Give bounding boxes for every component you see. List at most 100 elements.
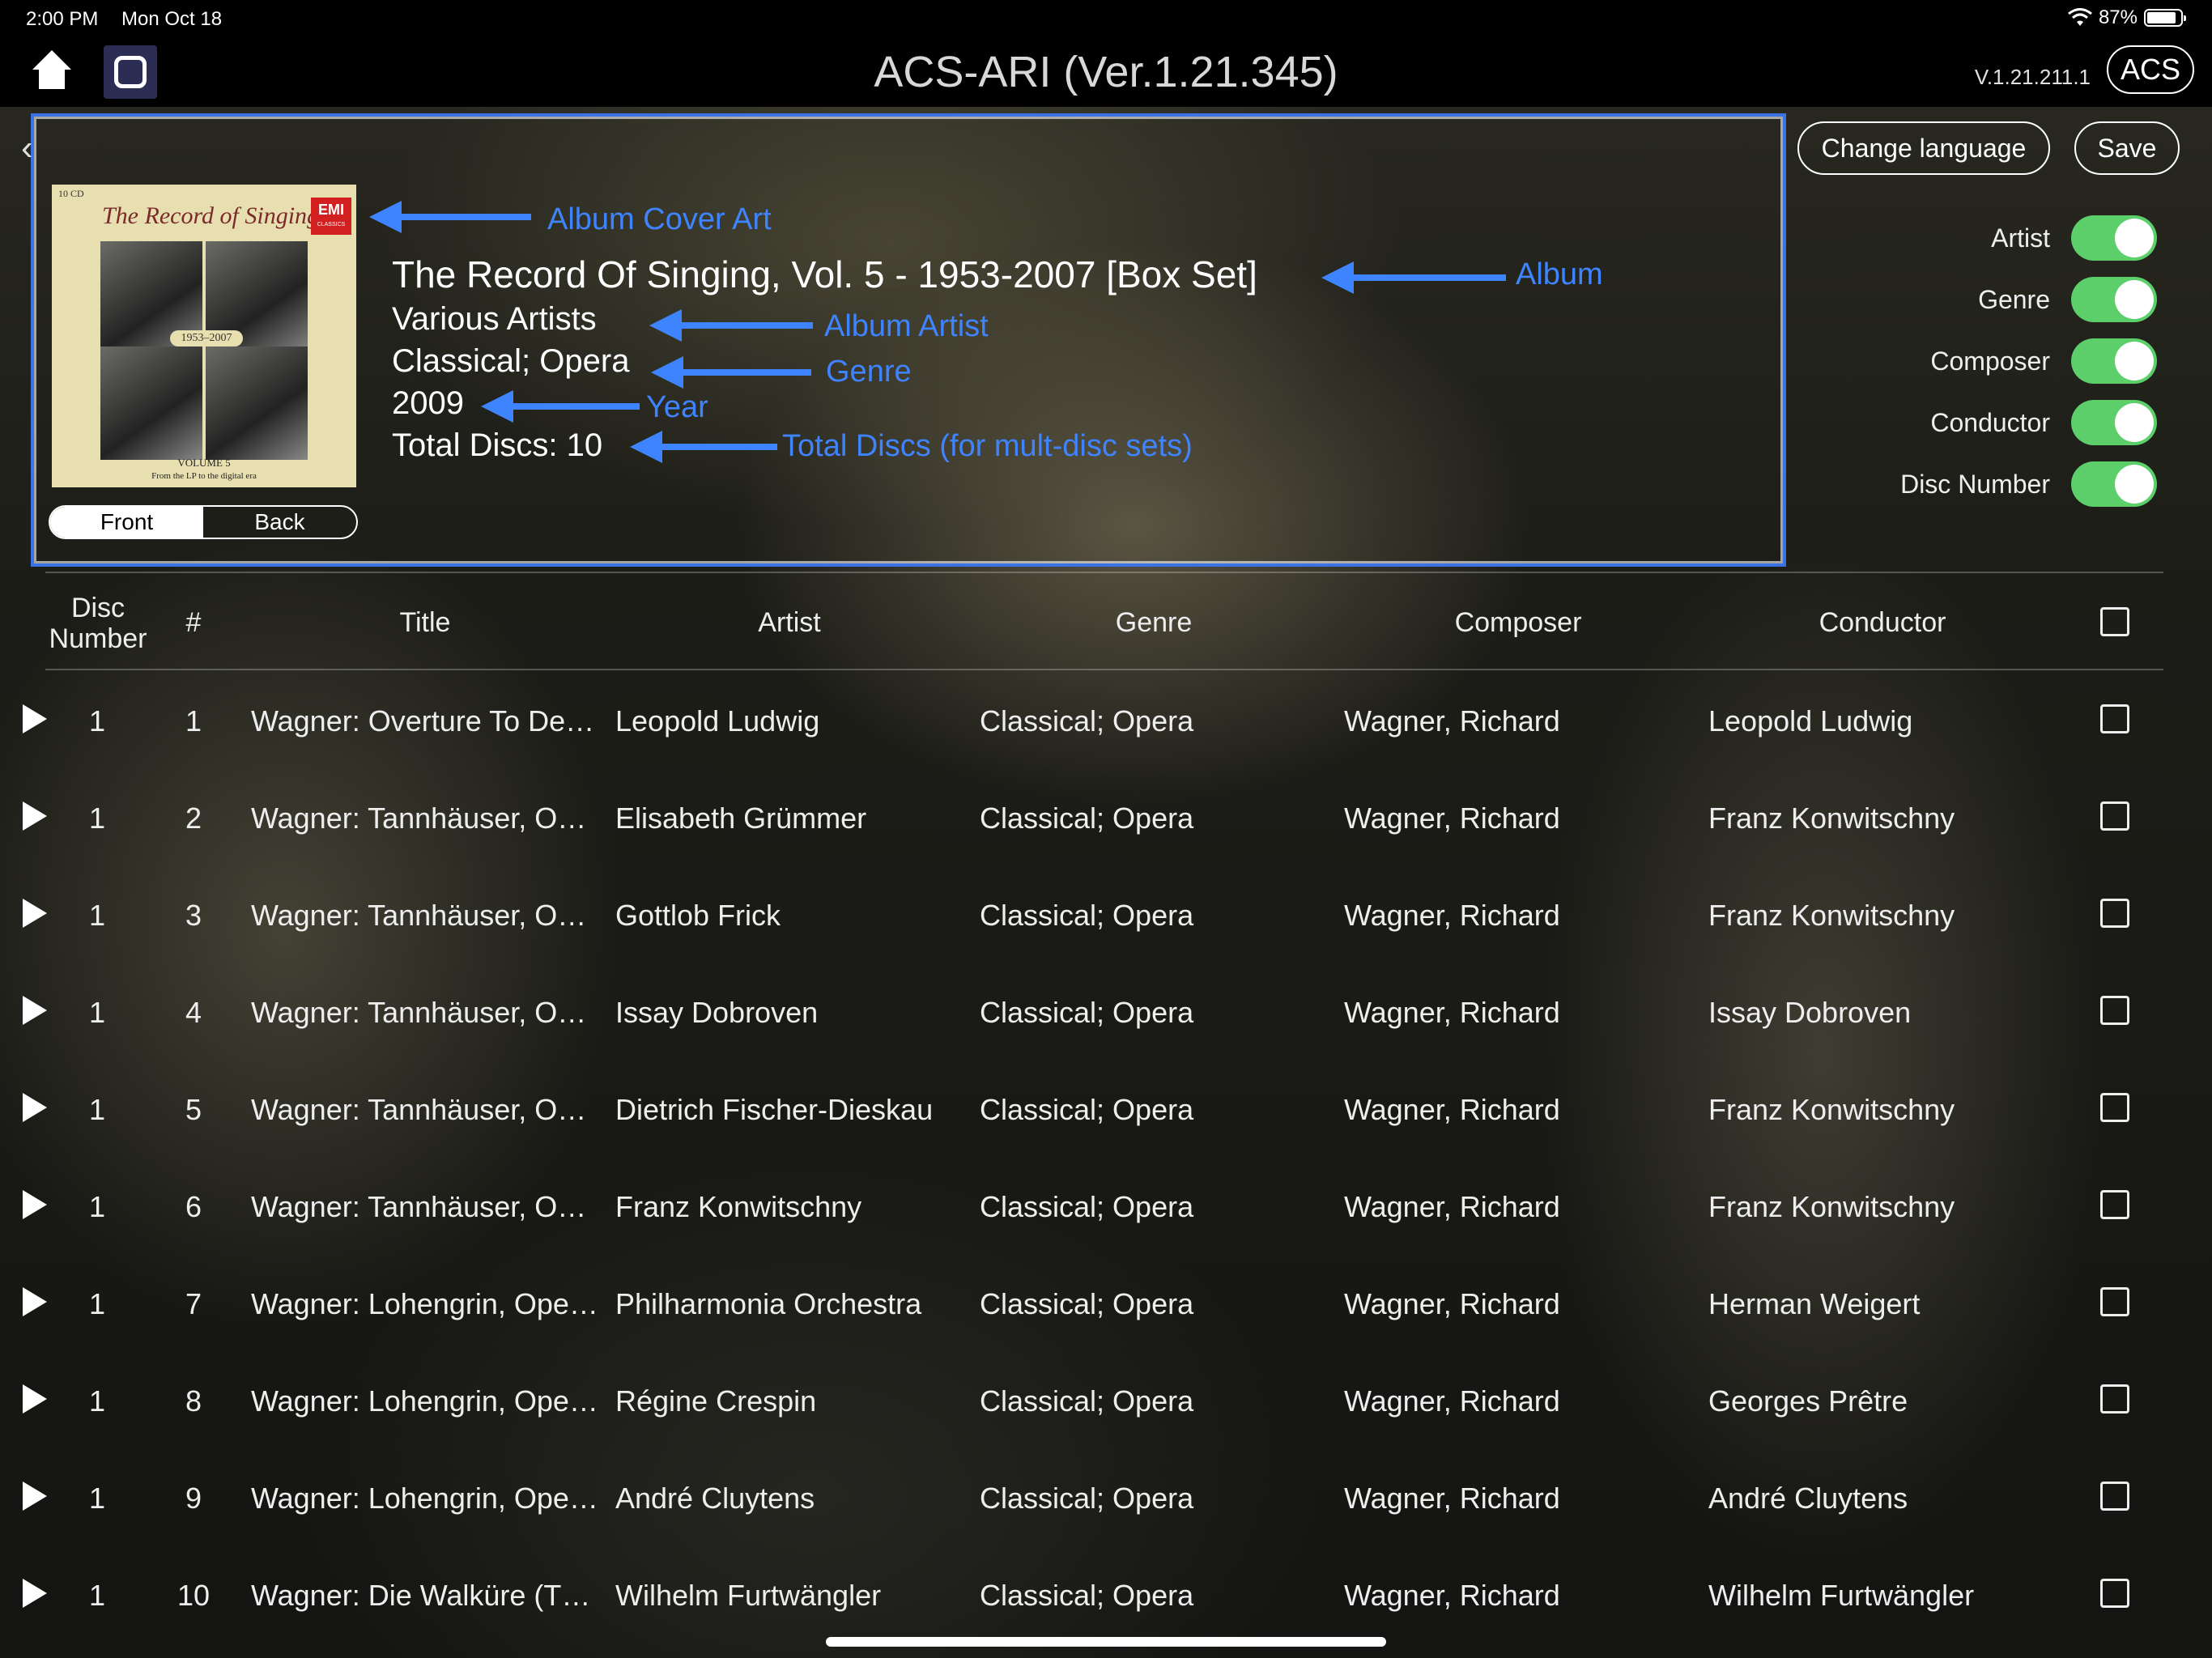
cell-conductor: André Cluytens: [1708, 1482, 1908, 1515]
cell-conductor: Franz Konwitschny: [1708, 1093, 1955, 1126]
column-header-conductor[interactable]: Conductor: [1708, 607, 2057, 639]
cell-artist: Régine Crespin: [615, 1384, 817, 1418]
cell-track-number: 9: [185, 1482, 202, 1515]
acs-button[interactable]: ACS: [2107, 45, 2194, 94]
cell-disc-number: 1: [88, 1482, 106, 1515]
conductor-toggle-switch[interactable]: [2071, 400, 2157, 445]
cover-volume: VOLUME 5: [177, 457, 231, 469]
cell-conductor: Issay Dobroven: [1708, 996, 1912, 1029]
play-icon[interactable]: [23, 1579, 47, 1608]
annotation-album: Album: [1516, 257, 1603, 291]
back-segment[interactable]: Back: [203, 507, 356, 538]
play-icon[interactable]: [23, 1093, 47, 1122]
toggle-row-genre: Genre: [1978, 277, 2157, 322]
table-row[interactable]: 1 2 Wagner: Tannhäuser, O… Elisabeth Grümme…: [0, 767, 2212, 865]
arrow-left-icon: [649, 309, 813, 342]
cell-composer: Wagner, Richard: [1344, 1287, 1560, 1320]
toggle-label: Composer: [1930, 346, 2050, 376]
cell-track-number: 1: [185, 704, 202, 738]
change-language-button[interactable]: Change language: [1797, 121, 2050, 175]
table-row[interactable]: 1 5 Wagner: Tannhäuser, O… Dietrich Fischer…: [0, 1059, 2212, 1156]
cell-artist: Gottlob Frick: [615, 899, 781, 932]
cell-conductor: Wilhelm Furtwängler: [1708, 1579, 1975, 1612]
home-indicator[interactable]: [826, 1637, 1386, 1647]
cell-conductor: Franz Konwitschny: [1708, 899, 1955, 932]
table-row[interactable]: 1 3 Wagner: Tannhäuser, O… Gottlob Frick Cla…: [0, 865, 2212, 962]
cell-genre: Classical; Opera: [980, 801, 1194, 835]
toggle-row-composer: Composer: [1930, 338, 2157, 384]
play-icon[interactable]: [23, 1287, 47, 1316]
table-row[interactable]: 1 10 Wagner: Die Walküre (T… Wilhelm Furtwä…: [0, 1545, 2212, 1642]
cell-artist: Elisabeth Grümmer: [615, 801, 867, 835]
row-checkbox[interactable]: [2100, 1579, 2129, 1608]
annotation-year: Year: [646, 390, 708, 424]
cell-artist: Dietrich Fischer-Dieskau: [615, 1093, 934, 1126]
play-icon[interactable]: [23, 899, 47, 928]
album-artist: Various Artists: [392, 301, 597, 337]
play-icon[interactable]: [23, 1482, 47, 1511]
row-checkbox[interactable]: [2100, 1482, 2129, 1511]
album-title: The Record Of Singing, Vol. 5 - 1953-200…: [392, 253, 1257, 295]
cell-title: Wagner: Die Walküre (T…: [251, 1579, 591, 1612]
battery-percent: 87%: [2098, 6, 2138, 28]
table-row[interactable]: 1 9 Wagner: Lohengrin, Ope… André Cluytens C…: [0, 1448, 2212, 1545]
toggle-label: Artist: [1991, 223, 2050, 253]
cell-artist: Issay Dobroven: [615, 996, 819, 1029]
row-checkbox[interactable]: [2100, 1384, 2129, 1414]
play-icon[interactable]: [23, 1190, 47, 1219]
play-icon[interactable]: [23, 996, 47, 1025]
row-checkbox[interactable]: [2100, 704, 2129, 733]
composer-toggle-switch[interactable]: [2071, 338, 2157, 384]
play-icon[interactable]: [23, 801, 47, 831]
artist-toggle-switch[interactable]: [2071, 215, 2157, 261]
cell-composer: Wagner, Richard: [1344, 996, 1560, 1029]
table-row[interactable]: 1 7 Wagner: Lohengrin, Ope… Philharmonia Or…: [0, 1253, 2212, 1350]
cell-disc-number: 1: [88, 996, 106, 1029]
play-icon[interactable]: [23, 1384, 47, 1414]
cell-track-number: 8: [185, 1384, 202, 1418]
save-button[interactable]: Save: [2074, 121, 2180, 175]
chevron-left-icon[interactable]: ‹: [21, 128, 33, 168]
status-bar: 2:00 PM Mon Oct 18 87%: [0, 0, 2212, 40]
cell-genre: Classical; Opera: [980, 1482, 1194, 1515]
cover-title: The Record of Singing: [102, 202, 320, 229]
row-checkbox[interactable]: [2100, 1287, 2129, 1316]
table-row[interactable]: 1 8 Wagner: Lohengrin, Ope… Régine Crespin C…: [0, 1350, 2212, 1448]
column-header-composer[interactable]: Composer: [1344, 607, 1692, 639]
row-checkbox[interactable]: [2100, 899, 2129, 928]
cover-badge: 10 CD: [58, 188, 84, 199]
cell-artist: Philharmonia Orchestra: [615, 1287, 922, 1320]
select-all-checkbox[interactable]: [2100, 607, 2129, 636]
disc-number-toggle-switch[interactable]: [2071, 461, 2157, 507]
cover-photo: [100, 346, 202, 460]
column-header-artist[interactable]: Artist: [615, 607, 963, 639]
column-header-disc-number[interactable]: Disc Number: [45, 593, 151, 654]
cell-artist: André Cluytens: [615, 1482, 815, 1515]
column-header-genre[interactable]: Genre: [980, 607, 1328, 639]
genre-toggle-switch[interactable]: [2071, 277, 2157, 322]
cell-artist: Wilhelm Furtwängler: [615, 1579, 882, 1612]
cell-artist: Franz Konwitschny: [615, 1190, 862, 1223]
row-checkbox[interactable]: [2100, 1093, 2129, 1122]
column-header-number[interactable]: #: [175, 607, 212, 639]
table-row[interactable]: 1 4 Wagner: Tannhäuser, O… Issay Dobroven Cl…: [0, 962, 2212, 1059]
cell-composer: Wagner, Richard: [1344, 899, 1560, 932]
column-header-title[interactable]: Title: [251, 607, 599, 639]
row-checkbox[interactable]: [2100, 801, 2129, 831]
table-row[interactable]: 1 1 Wagner: Overture To De… Leopold Ludwig C…: [0, 670, 2212, 767]
cell-track-number: 2: [185, 801, 202, 835]
cell-genre: Classical; Opera: [980, 1579, 1194, 1612]
cell-title: Wagner: Tannhäuser, O…: [251, 899, 587, 932]
front-segment[interactable]: Front: [50, 507, 203, 538]
row-checkbox[interactable]: [2100, 1190, 2129, 1219]
cell-genre: Classical; Opera: [980, 1287, 1194, 1320]
table-row[interactable]: 1 6 Wagner: Tannhäuser, O… Franz Konwitschn…: [0, 1156, 2212, 1253]
annotation-total-discs: Total Discs (for mult-disc sets): [782, 429, 1193, 463]
wifi-icon: [2068, 8, 2092, 26]
version-label: V.1.21.211.1: [1974, 65, 2091, 89]
play-icon[interactable]: [23, 704, 47, 733]
cell-conductor: Herman Weigert: [1708, 1287, 1921, 1320]
cell-disc-number: 1: [88, 801, 106, 835]
title-bar: ACS-ARI (Ver.1.21.345) V.1.21.211.1 ACS: [0, 40, 2212, 107]
row-checkbox[interactable]: [2100, 996, 2129, 1025]
